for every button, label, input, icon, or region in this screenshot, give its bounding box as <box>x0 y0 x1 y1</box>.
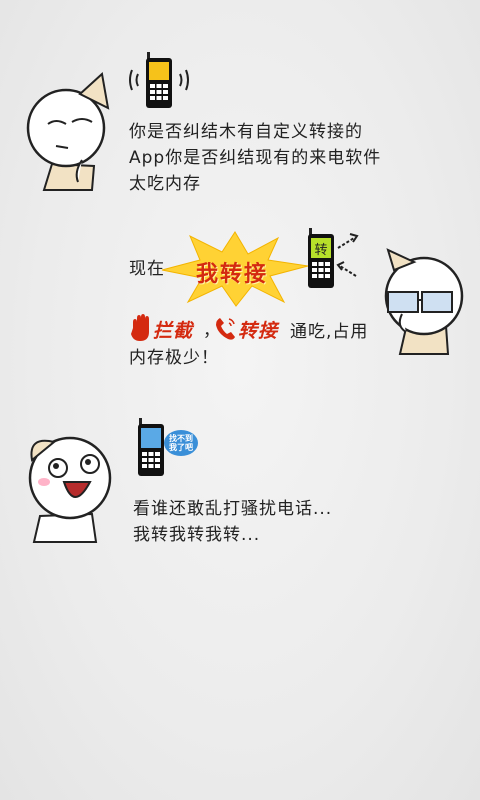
intro-line-2: App你是否纠结现有的来电软件 <box>129 148 382 168</box>
vibrating-phone-icon <box>129 52 189 108</box>
glasses-cat-illustration <box>384 248 464 355</box>
bubble-line-2: 我了吧 <box>169 443 193 452</box>
phone-handset-icon <box>216 318 235 340</box>
intro-line-3: 太吃内存 <box>129 174 201 194</box>
phone-screen-char: 转 <box>314 243 327 258</box>
outro-line-1: 看谁还敢乱打骚扰电话... <box>133 499 333 519</box>
outro-line-2: 我转我转我转... <box>133 525 261 545</box>
speech-bubble: 找不到 我了吧 <box>164 430 198 456</box>
intro-text: 你是否纠结木有自定义转接的 App你是否纠结现有的来电软件 太吃内存 <box>129 119 449 197</box>
tail-line-2: 内存极少！ <box>129 348 219 368</box>
tail-line-1: 通吃,占用 <box>290 322 369 342</box>
laughing-cat-illustration <box>28 436 112 543</box>
forward-label: 转接 <box>238 320 279 342</box>
sleepy-cat-illustration <box>26 72 110 191</box>
block-label: 拦截 <box>153 320 194 342</box>
brand-logo-text: 我转接 <box>196 261 269 287</box>
bubble-line-1: 找不到 <box>169 434 193 443</box>
stop-hand-icon <box>131 314 149 341</box>
forwarding-phone-icon: 转 <box>308 228 359 288</box>
intro-line-1: 你是否纠结木有自定义转接的 <box>129 122 363 142</box>
outro-text: 看谁还敢乱打骚扰电话... 我转我转我转... <box>133 496 453 548</box>
